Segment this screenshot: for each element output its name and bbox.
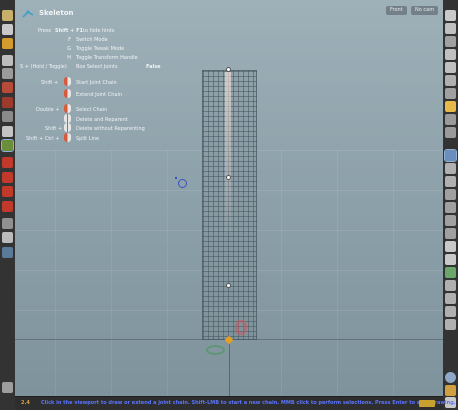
flag-icon[interactable] — [445, 241, 456, 252]
grid-icon[interactable] — [445, 254, 456, 265]
rig-icon[interactable] — [2, 157, 13, 168]
box-select-value: False — [146, 64, 161, 70]
paint-brush-icon[interactable] — [445, 163, 456, 174]
hint-header-suffix: to hide hints — [83, 28, 115, 34]
box-select-label: Box Select Joints — [76, 64, 118, 70]
biceps-icon[interactable] — [2, 186, 13, 197]
wireframe-icon[interactable] — [445, 23, 456, 34]
guide-icon[interactable] — [445, 319, 456, 330]
cursor-ring — [178, 179, 187, 188]
hint-label: Toggle Transform Handle — [76, 55, 138, 61]
left-toolbar — [0, 0, 15, 410]
ruler-icon[interactable] — [445, 215, 456, 226]
capture-icon[interactable] — [2, 172, 13, 183]
mouse-left-icon — [64, 104, 71, 113]
magnet-icon[interactable] — [2, 218, 13, 229]
viewport[interactable]: Skeleton Front No cam Press Shift + F1 t… — [15, 0, 443, 396]
dots-icon[interactable] — [445, 267, 456, 278]
joint-handle[interactable] — [226, 175, 231, 180]
hint-label: Switch Mode — [76, 37, 108, 43]
draw-icon[interactable] — [445, 228, 456, 239]
hint-key: H — [67, 55, 71, 61]
bulb-icon[interactable] — [445, 101, 456, 112]
mouse-left-icon — [64, 77, 71, 86]
rotate-icon[interactable] — [2, 111, 13, 122]
mouse-hint-key: Double + — [36, 107, 60, 113]
status-bar: 2.4 Click in the viewport to draw or ext… — [15, 396, 456, 410]
toolbox-icon[interactable] — [2, 382, 13, 393]
light-icon[interactable] — [445, 62, 456, 73]
select-icon[interactable] — [2, 24, 13, 35]
guide-stripe — [225, 72, 231, 232]
picker-icon[interactable] — [445, 306, 456, 317]
status-badge[interactable] — [419, 400, 435, 407]
mouse-hint-key: Shift + Ctrl + — [26, 136, 60, 142]
origin-zero-label: 0 — [234, 316, 248, 340]
box-select-key: S + (Hold / Toggle) — [20, 64, 67, 70]
hand-pan-icon[interactable] — [2, 38, 13, 49]
mouse-hint-label: Delete without Reparenting — [76, 126, 145, 132]
normals-icon[interactable] — [445, 202, 456, 213]
eye-icon[interactable] — [2, 232, 13, 243]
mouse-hint-label: Extend Joint Chain — [76, 92, 123, 98]
camera-menu[interactable]: No cam — [411, 6, 439, 15]
hint-header-key: Shift + F1 — [55, 28, 84, 34]
mouse-middle-icon — [64, 114, 71, 123]
camera-icon[interactable] — [445, 49, 456, 60]
mouse-hint-label: Split Line — [76, 136, 100, 142]
hint-key: F — [68, 37, 71, 43]
skeleton-icon[interactable] — [1, 139, 14, 152]
info-icon[interactable] — [445, 372, 456, 383]
viewport-title: Skeleton — [39, 9, 74, 17]
hand-icon[interactable] — [445, 293, 456, 304]
view-icon[interactable] — [2, 97, 13, 108]
ground-ring — [206, 345, 225, 355]
ghost-icon[interactable] — [444, 149, 457, 162]
mouse-left-icon — [64, 89, 71, 98]
weight-icon[interactable] — [2, 201, 13, 212]
torch-icon[interactable] — [445, 88, 456, 99]
wand-icon[interactable] — [445, 176, 456, 187]
mouse-hint-label: Select Chain — [76, 107, 108, 113]
mouse-left-icon — [64, 133, 71, 142]
lock-icon[interactable] — [2, 68, 13, 79]
camera-icon[interactable] — [2, 247, 13, 258]
right-toolbar — [443, 0, 458, 410]
skeleton-tool-icon — [22, 10, 34, 18]
hint-label: Toggle Tweak Mode — [76, 46, 125, 52]
paint-icon[interactable] — [2, 82, 13, 93]
bone-icon[interactable] — [2, 126, 13, 137]
lock-icon[interactable] — [445, 36, 456, 47]
mouse-hint-key: Shift + — [41, 80, 59, 86]
view-menu[interactable]: Front — [386, 6, 407, 15]
layers-icon[interactable] — [445, 127, 456, 138]
display-icon[interactable] — [445, 10, 456, 21]
texture-icon[interactable] — [445, 114, 456, 125]
status-message: Click in the viewport to draw or extend … — [41, 400, 456, 406]
axis-line — [229, 338, 230, 396]
mouse-hint-label: Start Joint Chain — [76, 80, 117, 86]
cursor-dot — [175, 177, 177, 179]
hint-key: G — [67, 46, 71, 52]
chart-icon[interactable] — [445, 280, 456, 291]
mouse-hint-key: Shift + — [45, 126, 63, 132]
status-number: 2.4 — [21, 400, 30, 406]
hint-header-prefix: Press — [38, 28, 52, 34]
mouse-hint-label: Delete and Reparent — [76, 117, 128, 123]
joint-handle[interactable] — [226, 283, 231, 288]
move-icon[interactable] — [2, 55, 13, 66]
joint-handle[interactable] — [226, 67, 231, 72]
mouse-middle-icon — [64, 123, 71, 132]
sphere-icon[interactable] — [445, 75, 456, 86]
hand-icon[interactable] — [2, 10, 13, 21]
layout-icon[interactable] — [445, 385, 456, 396]
shading-icon[interactable] — [445, 189, 456, 200]
